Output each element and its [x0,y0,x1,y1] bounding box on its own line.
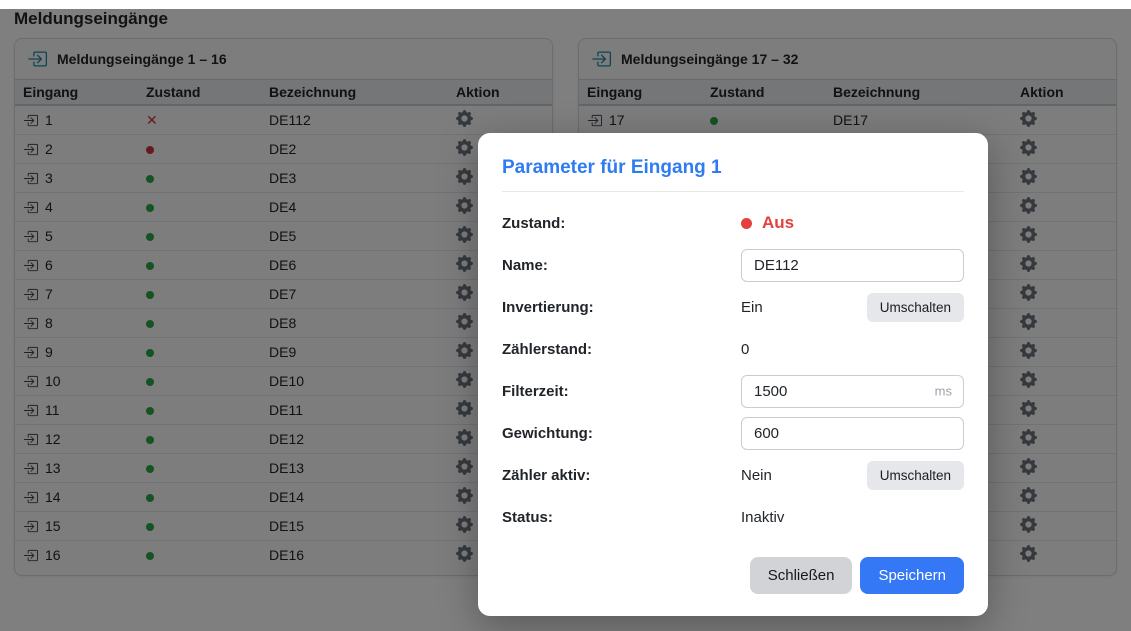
field-filterzeit: Filterzeit: ms [502,370,964,412]
zaehler-aktiv-toggle-button[interactable]: Umschalten [867,461,964,490]
zaehler-aktiv-value: Nein [741,467,772,484]
name-input[interactable] [741,249,964,282]
field-zaehlerstand: Zählerstand: 0 [502,328,964,370]
field-status: Status: Inaktiv [502,496,964,538]
parameter-modal: Parameter für Eingang 1 Zustand: Aus Nam… [478,133,988,616]
state-off-dot-icon [741,218,752,229]
field-name: Name: [502,244,964,286]
status-value: Inaktiv [741,509,784,526]
modal-title: Parameter für Eingang 1 [502,155,964,192]
field-label: Filterzeit: [502,383,741,400]
field-zaehler-aktiv: Zähler aktiv: Nein Umschalten [502,454,964,496]
field-label: Status: [502,509,741,526]
field-label: Zustand: [502,215,741,232]
invertierung-value: Ein [741,299,763,316]
close-button[interactable]: Schließen [750,557,853,594]
field-label: Invertierung: [502,299,741,316]
zaehlerstand-value: 0 [741,341,749,358]
field-label: Gewichtung: [502,425,741,442]
save-button[interactable]: Speichern [860,557,964,594]
gewichtung-input[interactable] [741,417,964,450]
field-invertierung: Invertierung: Ein Umschalten [502,286,964,328]
field-label: Zählerstand: [502,341,741,358]
modal-fields: Zustand: Aus Name: Invertierung: Ein Ums… [502,202,964,538]
field-zustand: Zustand: Aus [502,202,964,244]
zustand-value: Aus [741,213,794,233]
field-label: Name: [502,257,741,274]
invertierung-toggle-button[interactable]: Umschalten [867,293,964,322]
filterzeit-input[interactable] [741,375,964,408]
field-label: Zähler aktiv: [502,467,741,484]
modal-footer: Schließen Speichern [502,557,964,594]
field-gewichtung: Gewichtung: [502,412,964,454]
